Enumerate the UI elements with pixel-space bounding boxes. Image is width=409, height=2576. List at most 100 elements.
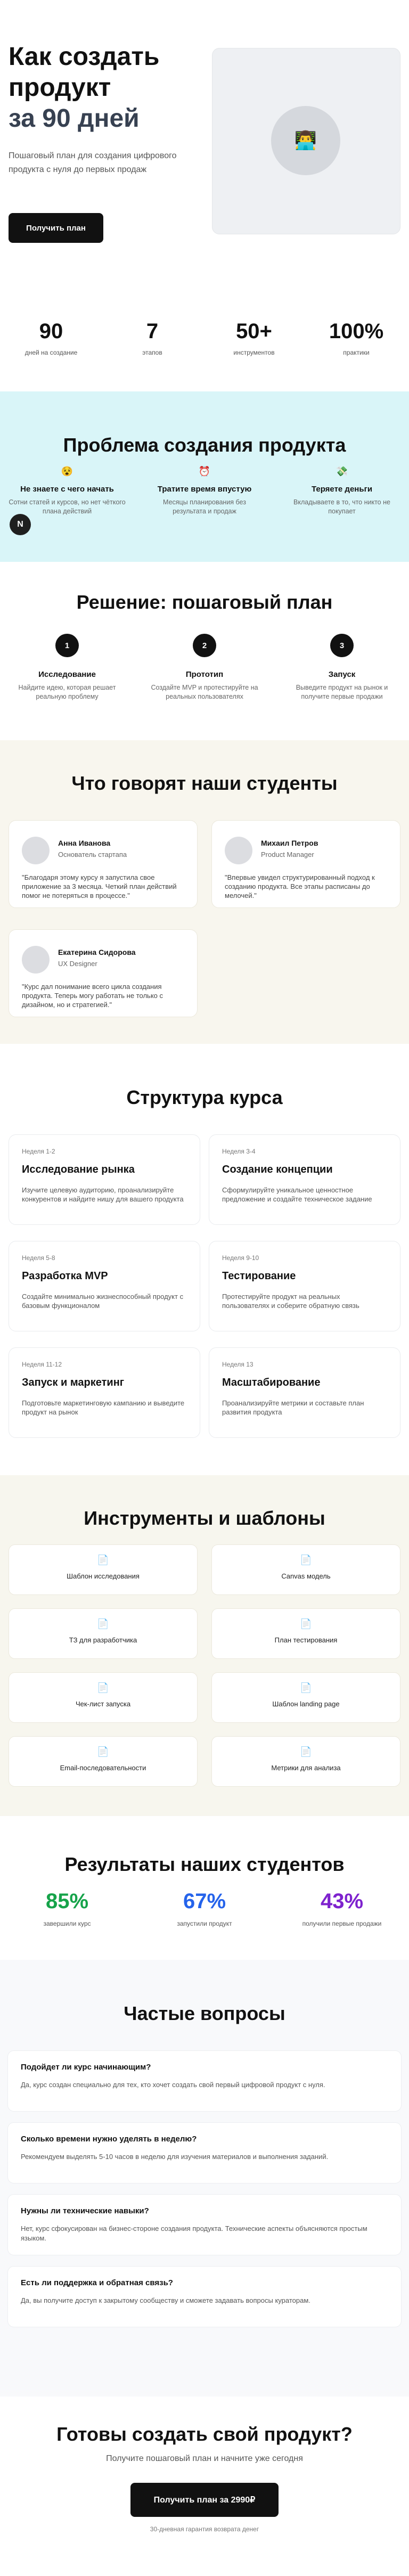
avatar	[22, 946, 50, 974]
course-module-card: Неделя 3-4 Создание концепции Сформулиру…	[209, 1134, 400, 1225]
document-icon: 📄	[300, 1555, 312, 1565]
avatar	[225, 837, 252, 864]
tool-card[interactable]: 📄 План тестирования	[211, 1608, 400, 1659]
step-title: Исследование	[38, 670, 96, 679]
faq-question: Сколько времени нужно уделять в неделю?	[21, 2135, 197, 2144]
tool-card[interactable]: 📄 Шаблон исследования	[9, 1544, 198, 1595]
hero-image-placeholder: 👨‍💻	[212, 48, 400, 234]
results-section: Результаты наших студентов 85% завершили…	[0, 1827, 409, 1944]
cta-title: Готовы создать свой продукт?	[56, 2423, 353, 2445]
module-weeks: Неделя 1-2	[22, 1148, 55, 1155]
stat-label: дней на создание	[24, 349, 78, 356]
result-item: 67% запустили продукт	[146, 1890, 263, 1927]
testimonial-role: UX Designer	[58, 960, 97, 968]
module-desc: Создайте минимально жизнеспособный проду…	[22, 1293, 184, 1310]
result-value: 85%	[45, 1890, 89, 1913]
testimonial-card: Екатерина Сидорова UX Designer "Курс дал…	[9, 929, 198, 1017]
solution-step: 3 Запуск Выведите продукт на рынок и пол…	[283, 634, 400, 701]
faq-item[interactable]: Подойдет ли курс начинающим? Да, курс со…	[7, 2050, 402, 2112]
solution-step: 1 Исследование Найдите идею, которая реш…	[9, 634, 126, 701]
problem-item-title: Тратите время впустую	[157, 485, 252, 494]
tool-label: Email-последовательности	[60, 1764, 146, 1772]
tool-card[interactable]: 📄 ТЗ для разработчика	[9, 1608, 198, 1659]
faq-answer: Нет, курс сфокусирован на бизнес-стороне…	[21, 2225, 367, 2242]
module-weeks: Неделя 13	[222, 1361, 253, 1368]
document-icon: 📄	[97, 1618, 109, 1629]
testimonial-quote: "Курс дал понимание всего цикла создания…	[22, 983, 163, 1009]
stat-value: 50+	[236, 320, 272, 343]
stat-value: 7	[146, 320, 159, 343]
result-label: запустили продукт	[177, 1920, 232, 1927]
module-weeks: Неделя 3-4	[222, 1148, 256, 1155]
problem-item: ⏰ Тратите время впустую Месяцы планирова…	[146, 466, 263, 516]
tool-card[interactable]: 📄 Шаблон landing page	[211, 1672, 400, 1723]
tool-card[interactable]: 📄 Чек-лист запуска	[9, 1672, 198, 1723]
faq-item[interactable]: Нужны ли технические навыки? Нет, курс с…	[7, 2194, 402, 2255]
course-module-card: Неделя 11-12 Запуск и маркетинг Подготов…	[9, 1347, 200, 1438]
document-icon: 📄	[97, 1746, 109, 1757]
tool-label: Чек-лист запуска	[75, 1700, 131, 1708]
step-desc: Выведите продукт на рынок и получите пер…	[296, 684, 388, 700]
module-weeks: Неделя 11-12	[22, 1361, 62, 1368]
result-value: 67%	[183, 1890, 226, 1913]
module-desc: Протестируйте продукт на реальных пользо…	[222, 1293, 359, 1310]
faq-item[interactable]: Сколько времени нужно уделять в неделю? …	[7, 2122, 402, 2184]
course-module-card: Неделя 13 Масштабирование Проанализируйт…	[209, 1347, 400, 1438]
faq-title: Частые вопросы	[124, 2002, 285, 2024]
testimonial-name: Екатерина Сидорова	[58, 948, 136, 956]
tool-label: Шаблон landing page	[272, 1700, 340, 1708]
money-wings-icon: 💸	[336, 466, 348, 477]
testimonial-role: Основатель стартапа	[58, 851, 127, 858]
tool-card[interactable]: 📄 Метрики для анализа	[211, 1736, 400, 1787]
testimonial-quote: "Благодаря этому курсу я запустила свое …	[22, 873, 177, 899]
hero-title-accent: за 90 дней	[9, 104, 140, 133]
result-value: 43%	[320, 1890, 364, 1913]
course-module-card: Неделя 5-8 Разработка MVP Создайте миним…	[9, 1241, 200, 1331]
testimonial-quote: "Впервые увидел структурированный подход…	[225, 873, 375, 899]
buy-plan-button[interactable]: Получить план за 2990₽	[130, 2483, 279, 2517]
document-icon: 📄	[300, 1618, 312, 1629]
faq-question: Подойдет ли курс начинающим?	[21, 2063, 151, 2072]
hero-title-line1: Как создать	[9, 43, 160, 71]
stat-label: инструментов	[233, 349, 275, 356]
tool-card[interactable]: 📄 Email-последовательности	[9, 1736, 198, 1787]
document-icon: 📄	[97, 1555, 109, 1565]
alarm-clock-icon: ⏰	[198, 466, 211, 477]
testimonial-card: Михаил Петров Product Manager "Впервые у…	[211, 820, 400, 908]
testimonials-section: Что говорят наши студенты Анна Иванова О…	[0, 740, 409, 1044]
step-desc: Найдите идею, которая решает реальную пр…	[18, 684, 116, 700]
tool-label: Canvas модель	[281, 1572, 331, 1580]
faq-question: Есть ли поддержка и обратная связь?	[21, 2278, 173, 2287]
result-label: завершили курс	[43, 1920, 91, 1927]
result-item: 43% получили первые продажи	[283, 1890, 400, 1927]
faq-item[interactable]: Есть ли поддержка и обратная связь? Да, …	[7, 2266, 402, 2327]
testimonial-role: Product Manager	[261, 851, 314, 858]
result-item: 85% завершили курс	[9, 1890, 126, 1927]
tools-title: Инструменты и шаблоны	[84, 1507, 325, 1529]
tool-card[interactable]: 📄 Canvas модель	[211, 1544, 400, 1595]
get-plan-button[interactable]: Получить план	[9, 213, 103, 243]
step-number: 3	[330, 634, 354, 657]
stat-tools: 50+ инструментов	[214, 320, 294, 356]
tool-label: ТЗ для разработчика	[69, 1636, 137, 1644]
cta-section: Готовы создать свой продукт? Получите по…	[0, 2407, 409, 2576]
module-title: Исследование рынка	[22, 1164, 135, 1175]
testimonial-card: Анна Иванова Основатель стартапа "Благод…	[9, 820, 198, 908]
floating-badge[interactable]: N	[10, 514, 31, 535]
problem-item-desc: Месяцы планирования без результата и про…	[163, 498, 246, 515]
module-weeks: Неделя 5-8	[22, 1254, 55, 1262]
course-structure-section: Структура курса Неделя 1-2 Исследование …	[0, 1065, 409, 1470]
course-title: Структура курса	[126, 1086, 283, 1108]
hero-subtitle: Пошаговый план для создания цифрового пр…	[9, 151, 177, 174]
module-title: Масштабирование	[222, 1377, 321, 1388]
module-title: Создание концепции	[222, 1164, 333, 1175]
developer-icon: 👨‍💻	[271, 106, 340, 175]
problem-title: Проблема создания продукта	[63, 434, 346, 456]
problem-item: 💸 Теряете деньги Вкладываете в то, что н…	[283, 466, 400, 516]
faq-answer: Да, курс создан специально для тех, кто …	[21, 2081, 325, 2089]
solution-title: Решение: пошаговый план	[76, 591, 333, 613]
document-icon: 📄	[300, 1746, 312, 1757]
module-desc: Подготовьте маркетинговую кампанию и выв…	[22, 1399, 185, 1416]
course-module-card: Неделя 1-2 Исследование рынка Изучите це…	[9, 1134, 200, 1225]
avatar	[22, 837, 50, 864]
